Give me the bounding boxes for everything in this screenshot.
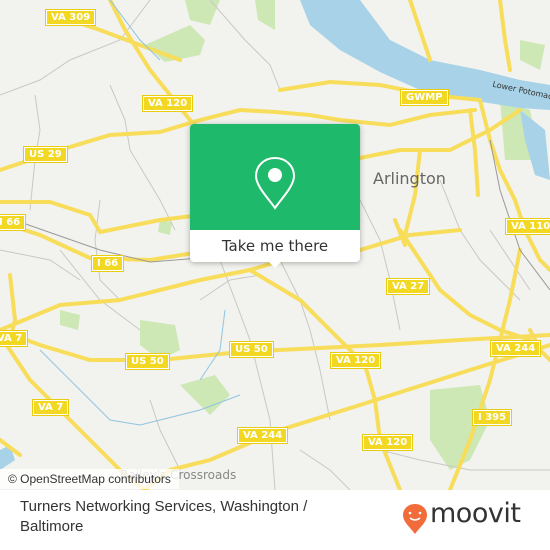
- moovit-wordmark: moovit: [430, 498, 521, 529]
- shield-va244: VA 244: [236, 427, 289, 444]
- take-me-there-button[interactable]: Take me there: [190, 230, 360, 262]
- shield-us29: US 29: [23, 146, 68, 163]
- location-pin-icon: [254, 156, 296, 210]
- shield-i395: I 395: [471, 409, 513, 426]
- shield-va120: VA 120: [361, 434, 414, 451]
- map-attribution[interactable]: © OpenStreetMap contributors: [0, 469, 179, 489]
- shield-va120: VA 120: [329, 352, 382, 369]
- footer: Turners Networking Services, Washington …: [0, 490, 550, 550]
- shield-us50: US 50: [229, 341, 274, 358]
- shield-va7: VA 7: [31, 399, 70, 416]
- shield-va120: VA 120: [141, 95, 194, 112]
- shield-va309: VA 309: [44, 9, 97, 26]
- moovit-pin-icon: [403, 504, 427, 534]
- shield-va27: VA 27: [385, 278, 431, 295]
- shield-us50: US 50: [125, 353, 170, 370]
- place-title: Turners Networking Services, Washington …: [20, 498, 308, 535]
- place-label-arlington: Arlington: [373, 169, 446, 188]
- shield-i66: I 66: [90, 255, 125, 272]
- moovit-logo[interactable]: moovit: [400, 496, 540, 536]
- popup-header: [190, 124, 360, 230]
- shield-va7: VA 7: [0, 330, 29, 347]
- map-canvas[interactable]: VA 309 VA 120 US 29 I 66 I 66 GWMP VA 11…: [0, 0, 550, 490]
- destination-popup: Take me there: [190, 124, 360, 268]
- popup-pointer: [267, 260, 283, 268]
- shield-i66: I 66: [0, 214, 27, 231]
- shield-gwmp: GWMP: [400, 89, 449, 106]
- shield-va110: VA 110: [504, 218, 550, 235]
- shield-va244: VA 244: [489, 340, 542, 357]
